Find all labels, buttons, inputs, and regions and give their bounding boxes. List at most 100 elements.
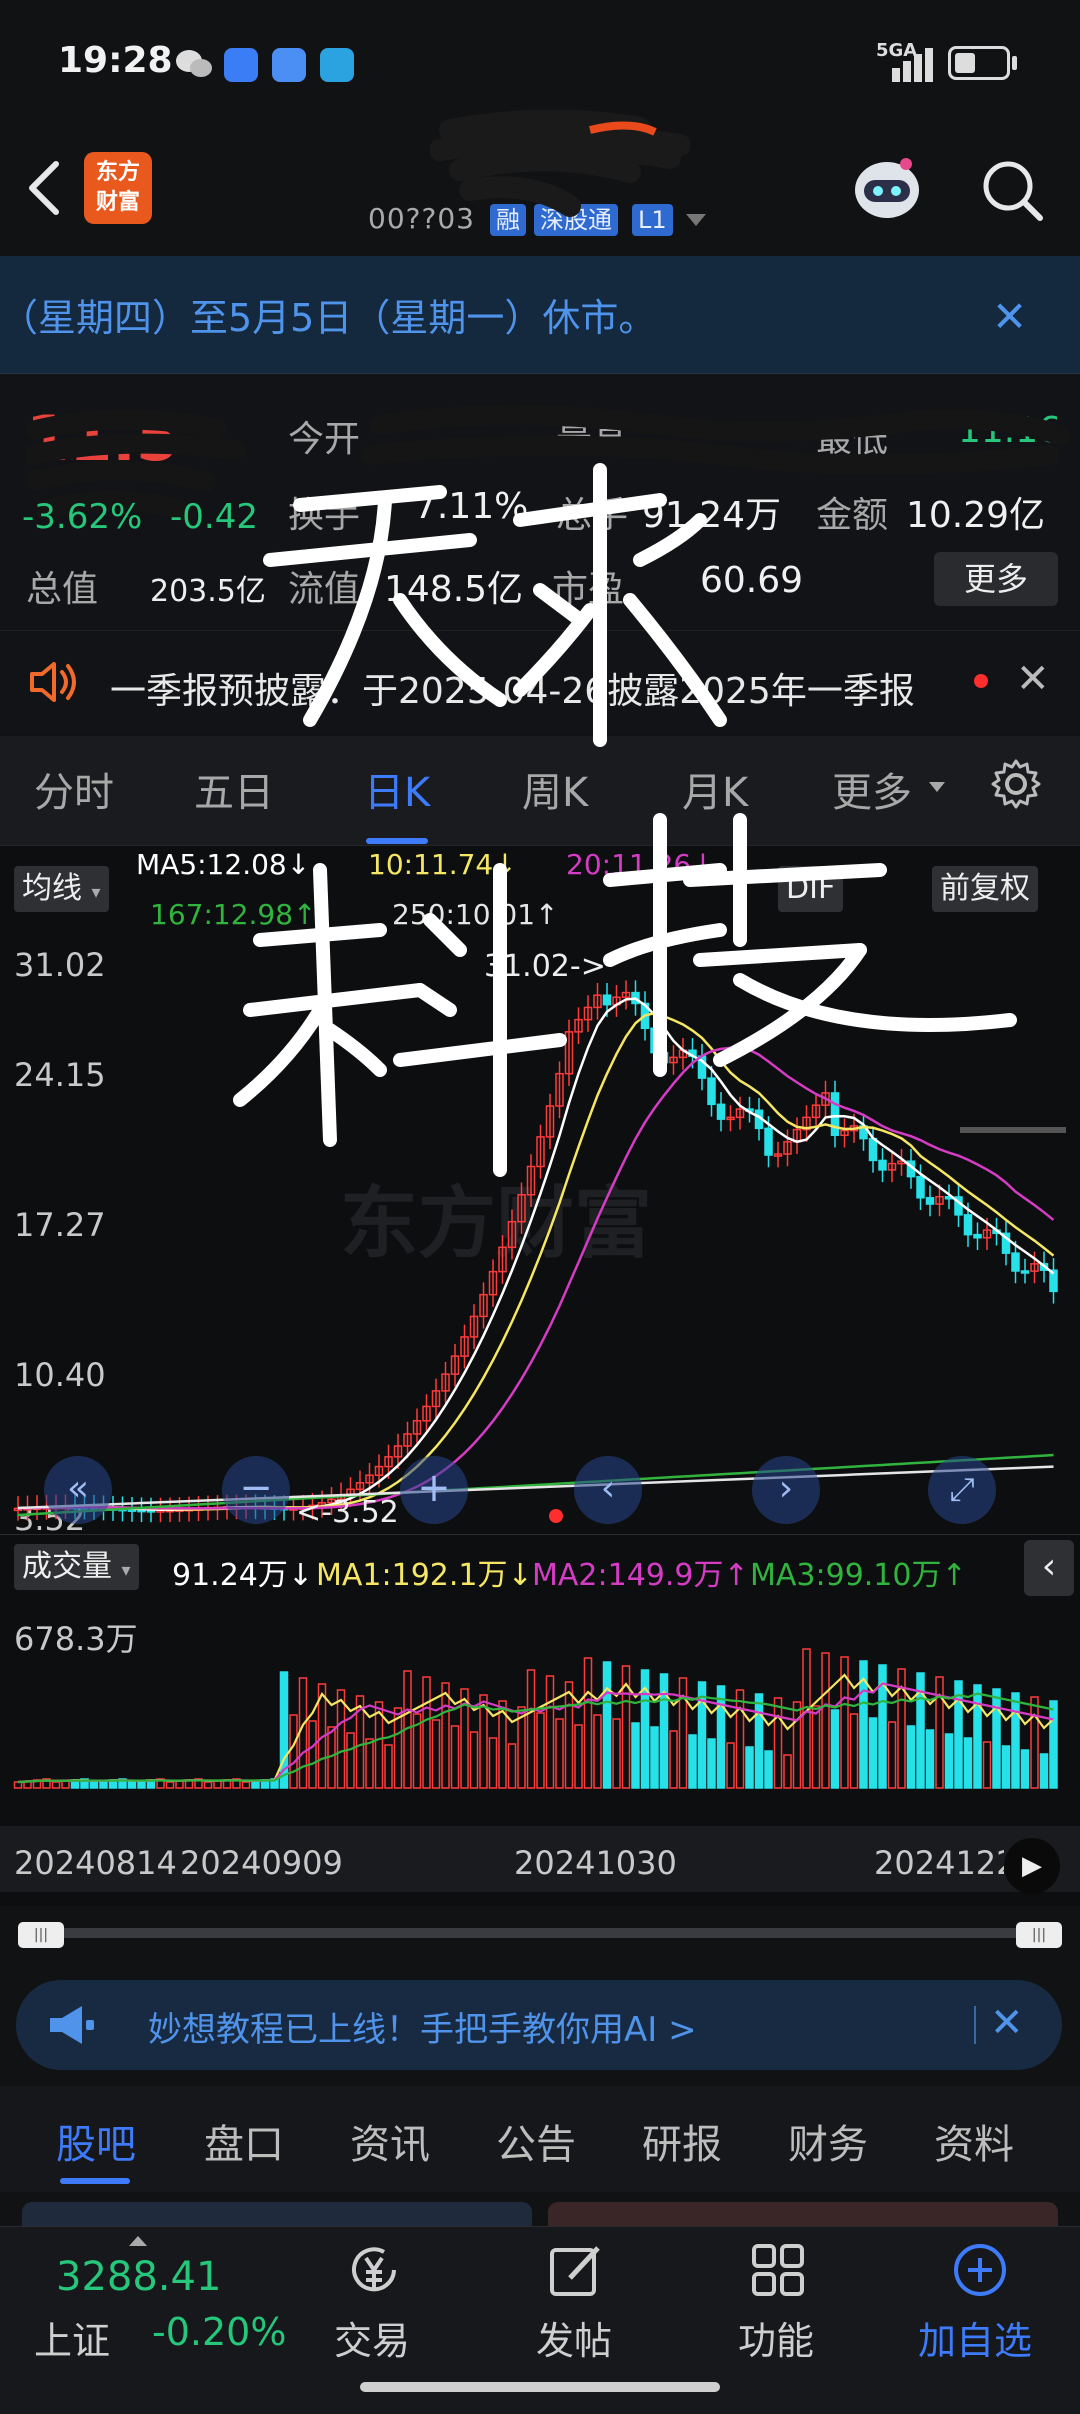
volume-bar (1030, 1696, 1039, 1789)
volume-bar (583, 1657, 593, 1789)
candle (650, 1016, 659, 1065)
tab-5day[interactable]: 五日 (194, 760, 274, 818)
index-name[interactable]: 上证 (34, 2310, 110, 2365)
info-close-icon[interactable]: ✕ (1016, 656, 1050, 702)
candle (878, 1148, 887, 1183)
candle (887, 1151, 897, 1183)
candle (1001, 1221, 1011, 1266)
candle (830, 1080, 840, 1148)
collapse-panel-button[interactable]: ‹ (1024, 1540, 1074, 1596)
volume-bar (688, 1734, 697, 1789)
tab-guba[interactable]: 股吧 (56, 2112, 136, 2170)
chart-zoom-in-button[interactable]: + (400, 1456, 468, 1524)
range-slider-left-handle[interactable]: ||| (18, 1922, 64, 1948)
robot-assistant-icon[interactable] (846, 150, 928, 228)
candle (479, 1282, 488, 1329)
chart-next-button[interactable]: › (752, 1456, 820, 1524)
candle (1020, 1258, 1030, 1284)
range-slider-track[interactable] (20, 1928, 1060, 1938)
back-button[interactable] (22, 158, 66, 218)
candle (583, 995, 593, 1032)
trough-annotation: <-3.52 (296, 1495, 399, 1530)
tab-monthly-k[interactable]: 月K (682, 760, 748, 818)
candle (697, 1043, 707, 1091)
volume-selector[interactable]: 成交量 ▾ (14, 1544, 139, 1590)
range-slider-right-handle[interactable]: ||| (1016, 1922, 1062, 1948)
pe-label: 市盈 (552, 569, 625, 610)
candle (716, 1092, 726, 1132)
redaction-scribble (429, 109, 691, 224)
nav-post[interactable]: 发帖 (536, 2310, 612, 2365)
volume-bar (365, 1738, 374, 1789)
promo-text[interactable]: 妙想教程已上线！手把手教你用AI > (148, 2002, 697, 2051)
trade-yen-icon[interactable] (344, 2240, 404, 2300)
nav-trade[interactable]: 交易 (334, 2310, 410, 2365)
tab-pankou[interactable]: 盘口 (204, 2112, 284, 2170)
promo-close-icon[interactable]: ✕ (990, 2000, 1024, 2046)
compose-icon[interactable] (546, 2240, 606, 2300)
notice-text: （星期四）至5月5日（星期一）休市。 (0, 296, 657, 340)
candle (1049, 1257, 1058, 1304)
chart-prev-button[interactable]: ‹ (574, 1456, 642, 1524)
earnings-notice-text[interactable]: 一季报预披露：于2025-04-26披露2025年一季报 (110, 662, 915, 714)
volume-bar (213, 1780, 222, 1789)
add-circle-icon[interactable] (950, 2240, 1010, 2300)
volume-bar (298, 1677, 308, 1789)
tab-more-caret-icon (928, 778, 946, 797)
play-button[interactable]: ▶ (1004, 1838, 1060, 1894)
volume-bar (764, 1750, 773, 1789)
mktcap-value: 203.5亿 (150, 574, 266, 609)
index-caret-icon (128, 2232, 148, 2251)
volume-bar (469, 1731, 479, 1789)
volume-bar (564, 1681, 574, 1789)
gear-icon[interactable] (990, 758, 1042, 810)
indicator-selector[interactable]: DIF (778, 866, 844, 912)
tab-more[interactable]: 更多 (832, 760, 912, 818)
volume-ma1: MA1:192.1万↓ (316, 1558, 533, 1593)
index-value[interactable]: 3288.41 (56, 2254, 221, 2300)
adjust-selector[interactable]: 前复权 (932, 866, 1038, 912)
tab-news[interactable]: 资讯 (350, 2112, 430, 2170)
chart-zoom-out-button[interactable]: − (222, 1456, 290, 1524)
date-label: 20241030 (514, 1844, 677, 1882)
volume-bar (612, 1718, 621, 1789)
active-section-indicator (60, 2178, 130, 2184)
volume-bar (754, 1693, 764, 1789)
tab-profile[interactable]: 资料 (934, 2112, 1014, 2170)
grid-icon[interactable] (748, 2240, 808, 2300)
candle (925, 1185, 935, 1217)
tab-weekly-k[interactable]: 周K (522, 760, 588, 818)
candle (460, 1324, 469, 1369)
change-abs: -0.42 (170, 497, 258, 537)
volume-bar (574, 1724, 583, 1789)
more-button[interactable]: 更多 (934, 552, 1058, 606)
volume-bar (241, 1781, 251, 1789)
tab-finance[interactable]: 财务 (788, 2112, 868, 2170)
tab-research[interactable]: 研报 (642, 2112, 722, 2170)
amount-value: 10.29亿 (906, 495, 1046, 536)
volume-bar (783, 1754, 792, 1789)
candle (450, 1343, 460, 1387)
candle (555, 1061, 564, 1119)
nav-add-watchlist[interactable]: 加自选 (918, 2310, 1032, 2365)
candle (593, 982, 602, 1020)
volume-bar (669, 1730, 678, 1789)
tab-announcements[interactable]: 公告 (496, 2112, 576, 2170)
tab-intraday[interactable]: 分时 (34, 760, 114, 818)
index-change[interactable]: -0.20% (152, 2310, 286, 2354)
fullscreen-button[interactable]: ⤢ (928, 1456, 996, 1524)
candlestick-chart: 东方财富 31.02-> <-3.52 (13, 949, 1066, 1530)
chart-rewind-button[interactable]: « (44, 1456, 112, 1524)
nav-functions[interactable]: 功能 (738, 2310, 814, 2365)
notice-close-icon[interactable]: ✕ (992, 292, 1027, 341)
tab-daily-k[interactable]: 日K (364, 760, 430, 818)
speaker-icon (28, 660, 82, 704)
volume-bar (346, 1732, 355, 1789)
date-label: 20240814 (14, 1844, 177, 1882)
volume-bar (906, 1725, 916, 1789)
ma-selector[interactable]: 均线 ▾ (14, 866, 109, 912)
candle (811, 1092, 821, 1130)
search-icon[interactable] (980, 158, 1044, 222)
volume-bar (716, 1685, 726, 1789)
candle (954, 1184, 963, 1228)
